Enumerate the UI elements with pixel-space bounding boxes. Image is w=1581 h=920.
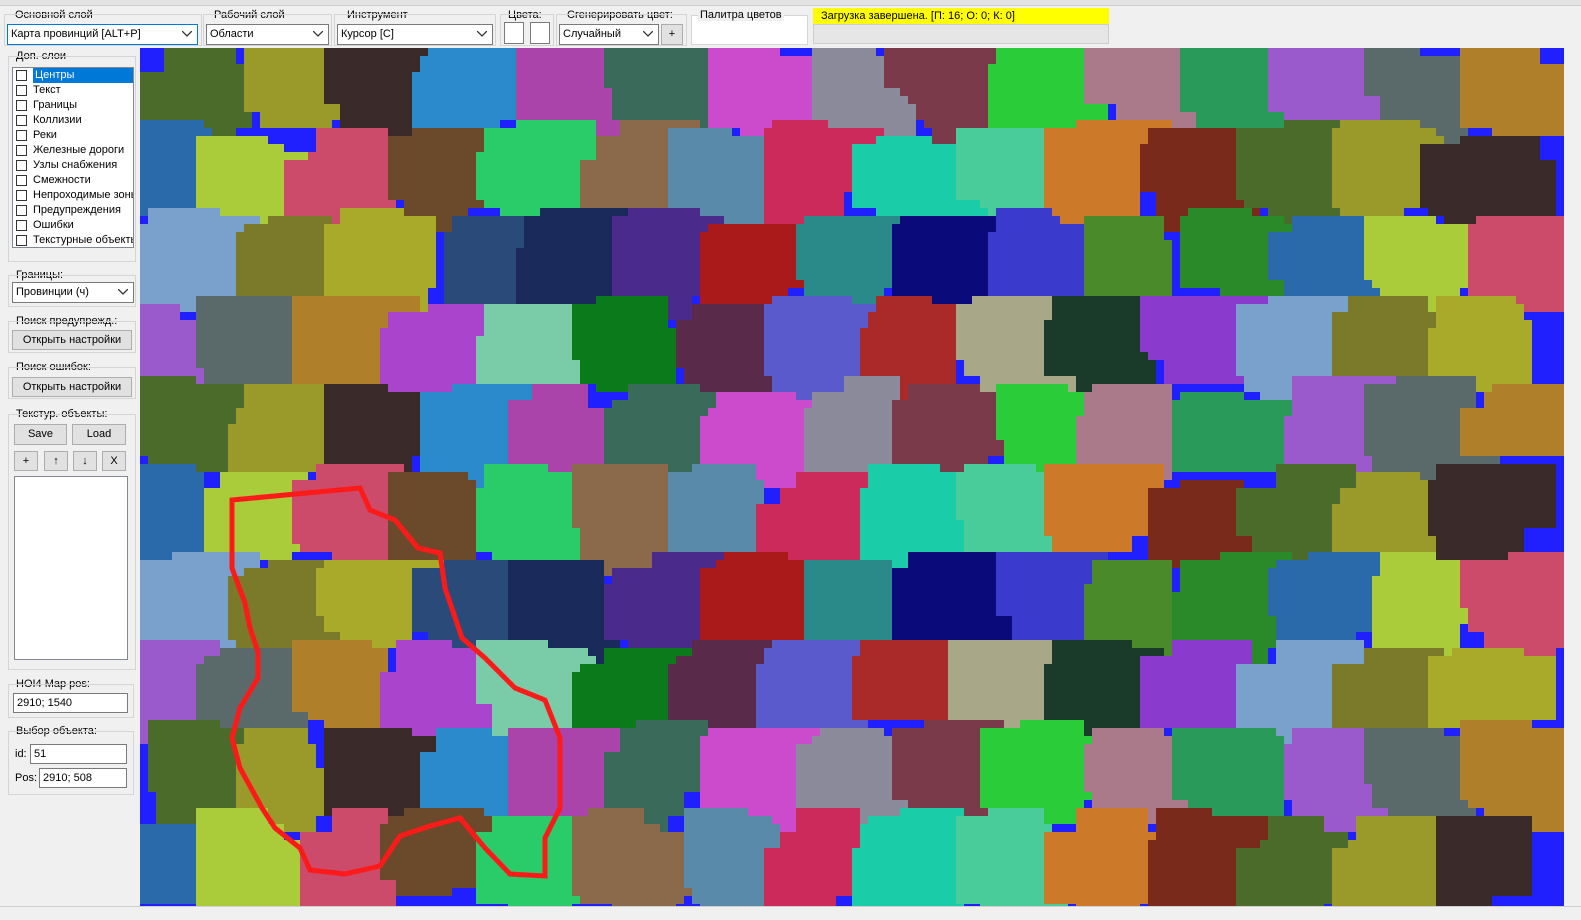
layer-item-label: Ошибки [33,219,74,231]
province[interactable] [892,384,1012,472]
layer-item-label: Смежности [33,174,91,186]
layer-item-label: Границы [33,99,77,111]
layer-checkbox[interactable] [16,190,27,201]
texture-save-button[interactable]: Save [14,424,67,445]
work-layer-select[interactable]: Области [206,24,329,45]
borders-select[interactable]: Провинции (ч) [12,282,134,303]
object-pos-field[interactable]: 2910; 508 [39,768,127,788]
layer-item[interactable]: Центры [13,68,133,83]
chevron-down-icon [477,25,489,44]
layer-checkbox[interactable] [16,235,27,246]
chevron-down-icon [118,283,130,302]
province[interactable] [1172,392,1292,472]
bottom-bar [0,906,1581,920]
work-layer-value: Области [210,28,254,40]
layer-checkbox[interactable] [16,145,27,156]
layer-checkbox[interactable] [16,220,27,231]
layer-item[interactable]: Ошибки [13,218,133,233]
layer-item-label: Текстурные объекты [33,234,134,246]
warnings-settings-button[interactable]: Открыть настройки [12,330,132,350]
layer-item-label: Узлы снабжения [33,159,118,171]
layer-item[interactable]: Узлы снабжения [13,158,133,173]
extra-layers-list[interactable]: Центры Текст Границы Коллизии Реки Железные д… [12,67,134,248]
chevron-down-icon [643,25,655,44]
main-layer-value: Карта провинций [ALT+P] [11,28,141,40]
object-id-label: id: [15,748,27,760]
palette-label: Палитра цветов [698,9,784,21]
layer-item[interactable]: Железные дороги [13,143,133,158]
province[interactable] [1460,552,1564,656]
chevron-down-icon [182,25,194,44]
layer-checkbox[interactable] [16,85,27,96]
province[interactable] [1436,816,1532,906]
layer-item-label: Коллизии [33,114,82,126]
layer-item[interactable]: Непроходимые зоны [13,188,133,203]
map-canvas[interactable] [140,48,1564,906]
tool-select[interactable]: Курсор [C] [337,24,493,45]
layer-checkbox[interactable] [16,160,27,171]
primary-color-swatch[interactable] [504,22,524,44]
chevron-down-icon [313,25,325,44]
province[interactable] [1372,552,1468,664]
object-pos-label: Pos: [15,772,38,784]
tool-value: Курсор [C] [341,28,394,40]
province[interactable] [1460,48,1564,136]
layer-item[interactable]: Текст [13,83,133,98]
layer-item[interactable]: Текстурные объекты [13,233,134,247]
generate-color-value: Случайный [563,28,621,40]
layer-item-label: Непроходимые зоны [33,189,134,201]
map-pos-field[interactable]: 2910; 1540 [13,693,128,713]
layer-item-label: Текст [33,84,61,96]
layer-checkbox[interactable] [16,115,27,126]
province[interactable] [292,464,404,576]
province[interactable] [572,296,676,392]
layer-item[interactable]: Коллизии [13,113,133,128]
texture-move-up-button[interactable]: ↑ [44,451,68,471]
layer-checkbox[interactable] [16,70,27,81]
layer-item[interactable]: Границы [13,98,133,113]
layer-checkbox[interactable] [16,100,27,111]
generate-color-select[interactable]: Случайный [559,24,659,45]
texture-add-button[interactable]: + [14,451,38,471]
layer-item[interactable]: Предупреждения [13,203,133,218]
top-tab-strip [0,0,1581,6]
layer-item[interactable]: Реки [13,128,133,143]
layer-item-label: Реки [33,129,57,141]
status-message: Загрузка завершена. [П: 16; О: 0; К: 0] [813,8,1109,24]
progress-bar [813,24,1109,44]
vertical-scrollbar[interactable] [1564,48,1581,906]
add-color-button[interactable]: + [661,24,683,45]
province[interactable] [140,824,204,904]
texture-remove-button[interactable]: X [102,451,126,471]
province-map [140,48,1564,906]
texture-load-button[interactable]: Load [72,424,126,445]
texture-move-down-button[interactable]: ↓ [73,451,97,471]
errors-settings-button[interactable]: Открыть настройки [12,377,132,397]
secondary-color-swatch[interactable] [530,22,550,44]
layer-item-label: Центры [33,68,133,83]
layer-checkbox[interactable] [16,130,27,141]
object-id-field[interactable]: 51 [30,744,127,764]
layer-checkbox[interactable] [16,175,27,186]
layer-item-label: Предупреждения [33,204,121,216]
main-layer-select[interactable]: Карта провинций [ALT+P] [7,24,198,45]
province[interactable] [572,808,692,906]
texture-objects-list[interactable] [14,476,128,660]
layer-item[interactable]: Смежности [13,173,133,188]
layer-checkbox[interactable] [16,205,27,216]
layer-item-label: Железные дороги [33,144,125,156]
borders-value: Провинции (ч) [16,286,89,298]
